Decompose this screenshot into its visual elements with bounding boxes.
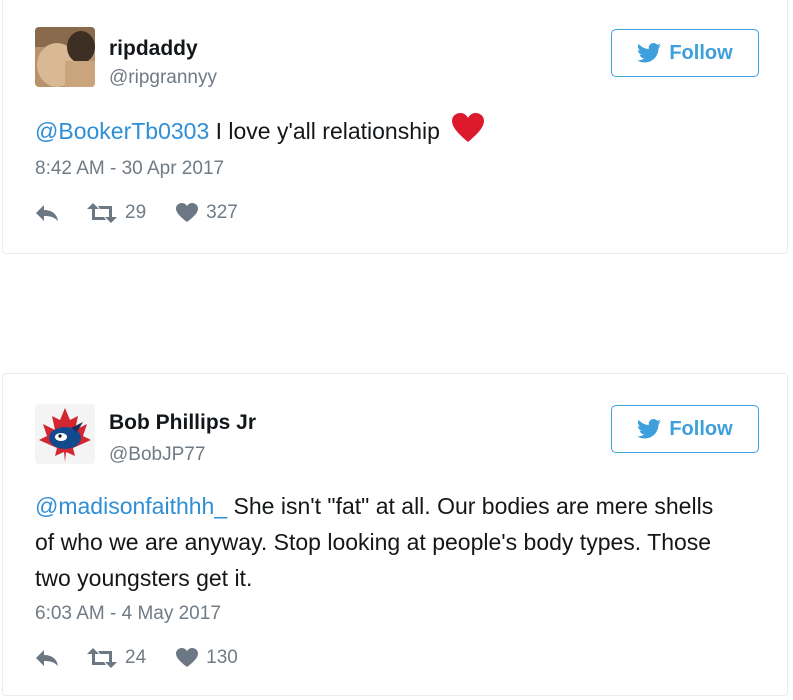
tweet-timestamp[interactable]: 6:03 AM - 4 May 2017 [35,603,221,625]
tweet-text: @madisonfaithhh_ She isn't "fat" at all.… [35,488,735,596]
tweet-card: ripdaddy @ripgrannyy Follow @BookerTb030… [2,0,788,254]
retweet-count: 24 [125,647,147,668]
twitter-bird-icon [637,419,662,439]
tweet-body-text: I love y'all relationship [209,118,440,145]
follow-label: Follow [669,41,733,64]
retweet-button[interactable]: 29 [87,202,146,224]
mention-link[interactable]: @BookerTb0303 [35,118,209,144]
tweet-actions: 29 327 [35,202,238,224]
mention-link[interactable]: @madisonfaithhh_ [35,493,227,519]
retweet-count: 29 [125,202,147,223]
follow-button[interactable]: Follow [611,29,759,77]
tweet-text: @BookerTb0303 I love y'all relationship [35,113,757,153]
reply-icon [36,205,58,221]
user-handle[interactable]: @ripgrannyy [109,67,217,89]
like-button[interactable]: 327 [176,202,238,224]
tweet-card: Bob Phillips Jr @BobJP77 Follow @madison… [2,373,788,696]
follow-button[interactable]: Follow [611,405,759,453]
tweet-timestamp[interactable]: 8:42 AM - 30 Apr 2017 [35,158,224,180]
reply-icon [36,650,58,666]
follow-label: Follow [669,417,733,440]
display-name[interactable]: ripdaddy [109,37,198,61]
like-count: 327 [206,202,238,223]
display-name[interactable]: Bob Phillips Jr [109,411,256,435]
avatar[interactable] [35,404,95,464]
retweet-icon [87,203,117,223]
twitter-bird-icon [637,43,662,63]
heart-icon [176,203,199,222]
tweet-actions: 24 130 [35,647,238,669]
retweet-icon [87,648,117,668]
red-heart-emoji-icon [452,113,485,153]
like-count: 130 [206,647,238,668]
reply-button[interactable] [35,203,59,223]
avatar[interactable] [35,27,95,87]
retweet-button[interactable]: 24 [87,647,146,669]
heart-icon [176,648,199,667]
like-button[interactable]: 130 [176,647,238,669]
reply-button[interactable] [35,648,59,668]
user-handle[interactable]: @BobJP77 [109,444,205,466]
